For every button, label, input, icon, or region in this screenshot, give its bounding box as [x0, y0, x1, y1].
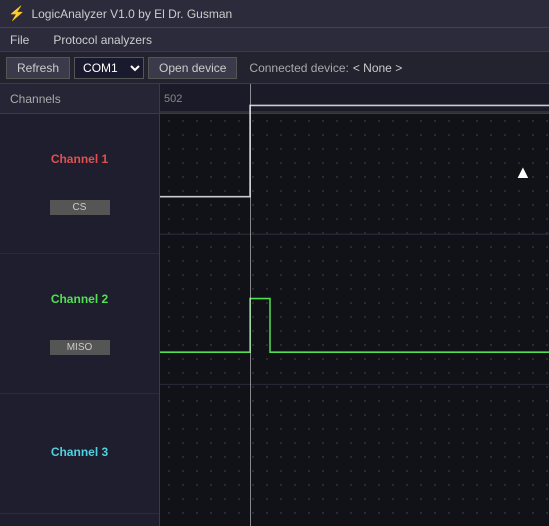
toolbar: Refresh COM1 Open device Connected devic… — [0, 52, 549, 84]
connected-device-label: Connected device: — [249, 61, 348, 75]
menu-protocol-analyzers[interactable]: Protocol analyzers — [49, 31, 156, 49]
app-title: LogicAnalyzer V1.0 by El Dr. Gusman — [31, 7, 232, 21]
cursor-line — [250, 84, 251, 526]
menu-file[interactable]: File — [6, 31, 33, 49]
waveform-svg — [160, 84, 549, 526]
channel-3-name: Channel 3 — [51, 445, 108, 459]
channels-label: Channels — [10, 92, 61, 106]
connected-device-value: < None > — [353, 61, 402, 75]
waveform-area[interactable]: 502 ▲ — [160, 84, 549, 526]
menu-bar: File Protocol analyzers — [0, 28, 549, 52]
com-port-select[interactable]: COM1 — [74, 57, 144, 79]
app-icon: ⚡ — [8, 5, 25, 22]
channel-2-waveform — [160, 299, 549, 353]
channel-1-block: Channel 1 CS — [0, 114, 159, 254]
channel-1-name: Channel 1 — [51, 152, 108, 166]
main-area: Channels Channel 1 CS Channel 2 MISO Cha… — [0, 84, 549, 526]
channels-header: Channels — [0, 84, 159, 114]
channel-3-block: Channel 3 — [0, 394, 159, 514]
open-device-button[interactable]: Open device — [148, 57, 237, 79]
channel-1-tag: CS — [50, 200, 110, 215]
channel-2-name: Channel 2 — [51, 292, 108, 306]
channel-2-tag: MISO — [50, 340, 110, 355]
channel-1-waveform — [160, 105, 549, 196]
refresh-button[interactable]: Refresh — [6, 57, 70, 79]
channel-2-block: Channel 2 MISO — [0, 254, 159, 394]
title-bar: ⚡ LogicAnalyzer V1.0 by El Dr. Gusman — [0, 0, 549, 28]
channels-panel: Channels Channel 1 CS Channel 2 MISO Cha… — [0, 84, 160, 526]
